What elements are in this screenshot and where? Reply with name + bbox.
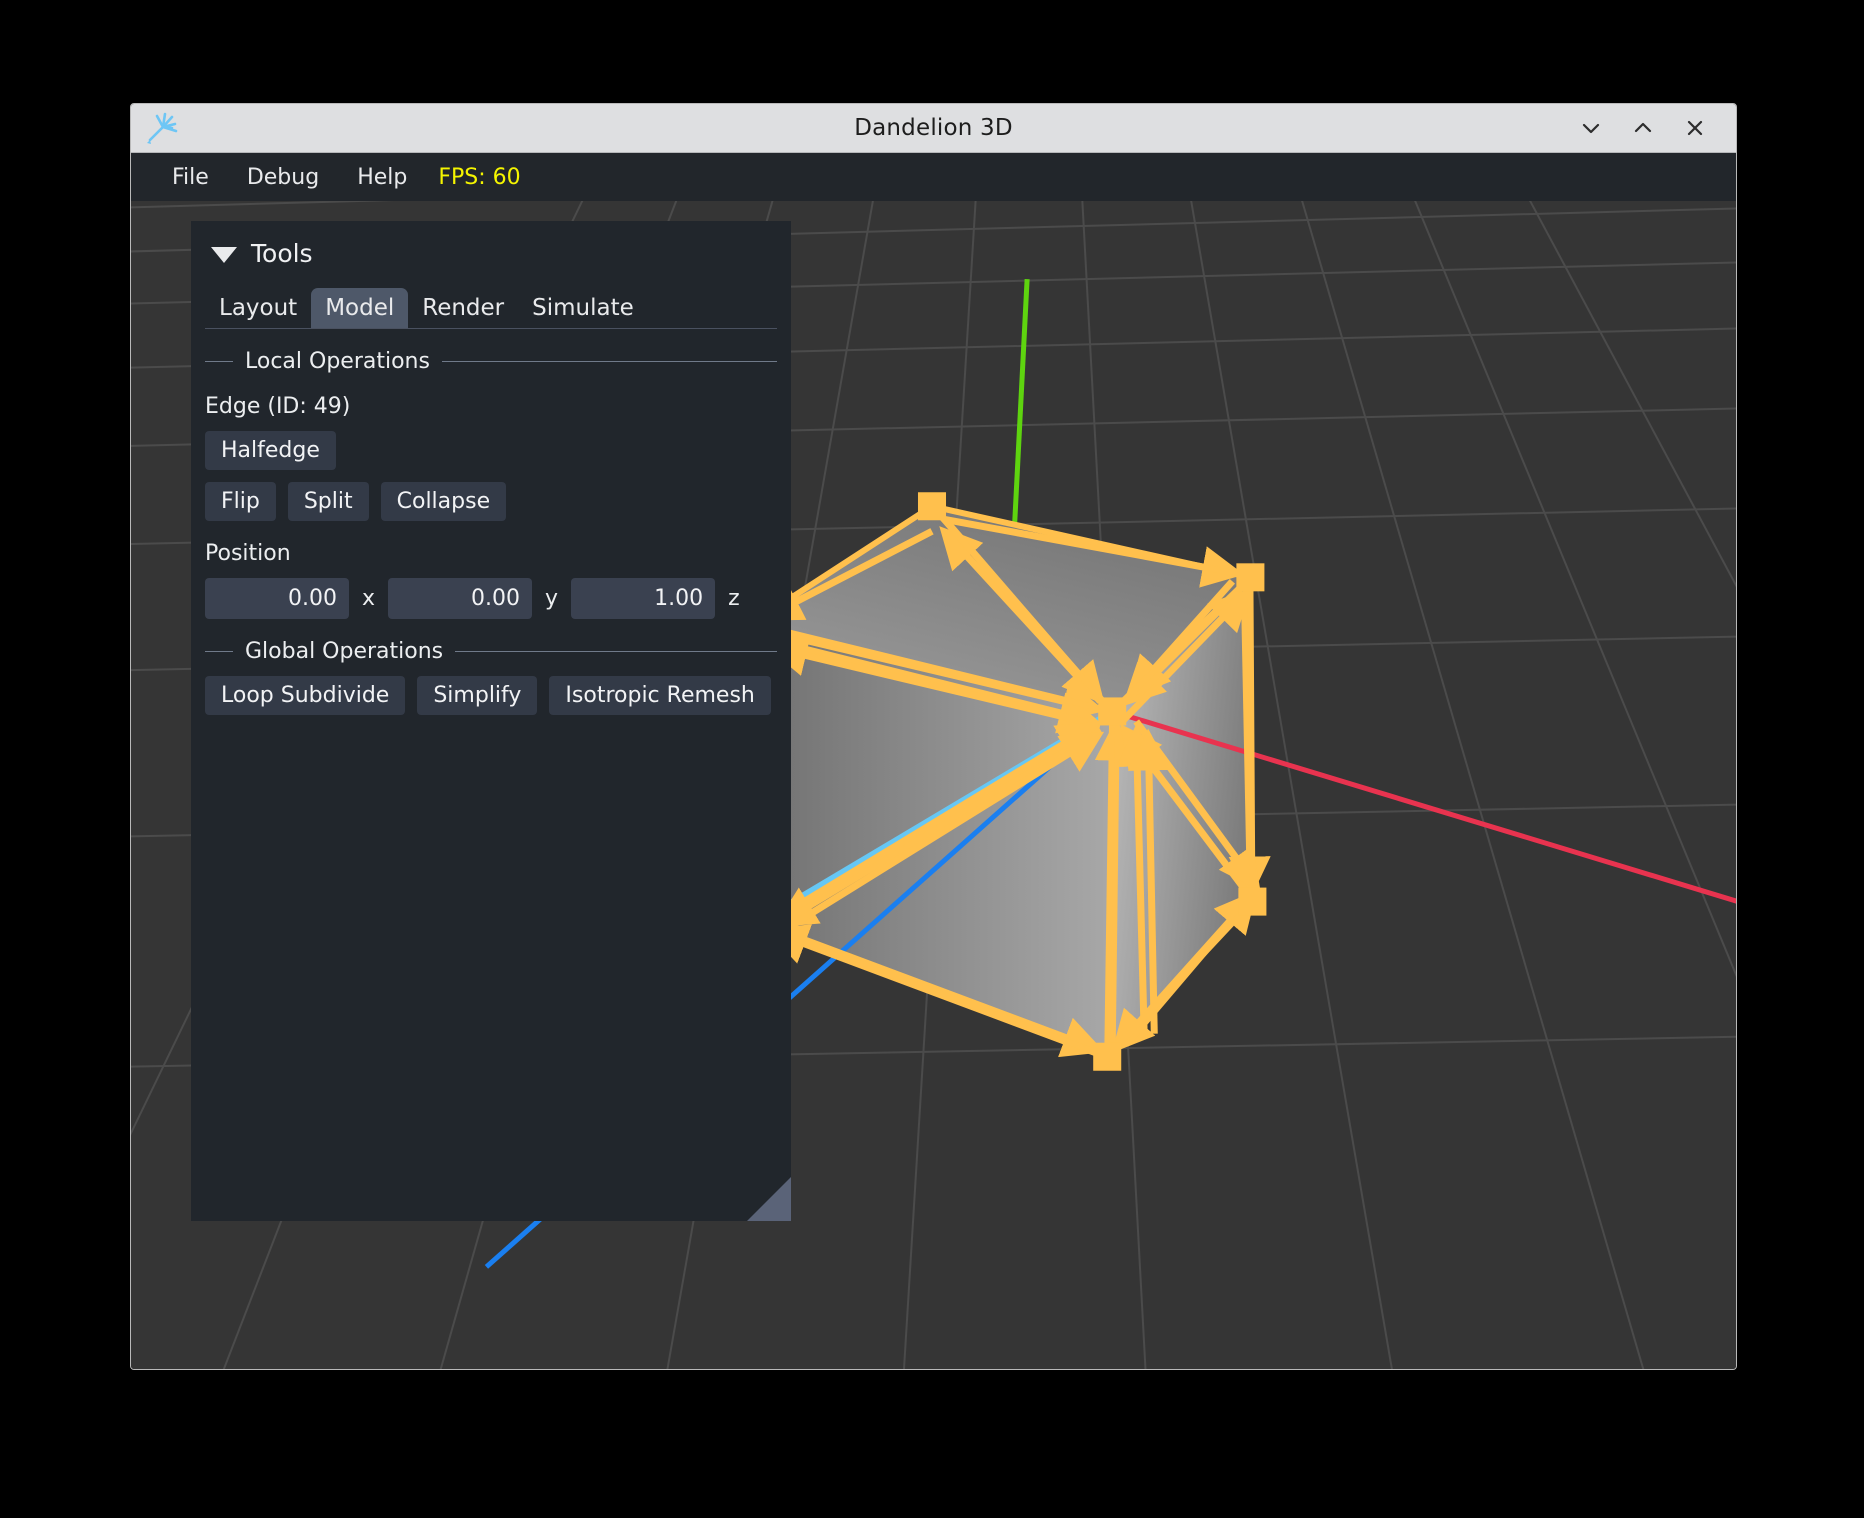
- split-button[interactable]: Split: [287, 482, 369, 521]
- tab-layout[interactable]: Layout: [205, 288, 311, 328]
- global-operations-header: Global Operations: [205, 639, 777, 664]
- halfedge-button[interactable]: Halfedge: [205, 431, 336, 470]
- edge-operations-row: Flip Split Collapse: [205, 482, 791, 521]
- close-button[interactable]: [1672, 108, 1718, 148]
- panel-spacer: [191, 715, 791, 1221]
- application-window: Dandelion 3D File Debug Help FPS: 60 Too…: [130, 103, 1737, 1370]
- position-row: 0.00 x 0.00 y 1.00 z: [205, 578, 791, 619]
- position-z-input[interactable]: 1.00: [571, 578, 716, 619]
- halfedge-button-row: Halfedge: [205, 431, 791, 470]
- fps-counter: FPS: 60: [438, 164, 521, 190]
- isotropic-remesh-button[interactable]: Isotropic Remesh: [549, 676, 771, 715]
- section-rule-right: [441, 361, 777, 362]
- position-x-input[interactable]: 0.00: [205, 578, 349, 619]
- tools-panel-title: Tools: [251, 239, 313, 268]
- screen-root: Dandelion 3D File Debug Help FPS: 60 Too…: [0, 0, 1864, 1518]
- minimize-button[interactable]: [1568, 108, 1614, 148]
- caret-down-icon[interactable]: [211, 247, 237, 263]
- dandelion-icon: [141, 107, 183, 149]
- position-y-input[interactable]: 0.00: [388, 578, 533, 619]
- chevron-down-icon: [1582, 123, 1600, 134]
- tab-render[interactable]: Render: [408, 288, 518, 328]
- local-operations-header: Local Operations: [205, 349, 777, 374]
- window-controls: [1568, 108, 1736, 148]
- section-rule-left: [205, 361, 233, 362]
- global-operations-label: Global Operations: [245, 639, 444, 664]
- viewport-3d[interactable]: Tools Layout Model Render Simulate Local…: [131, 201, 1736, 1369]
- menu-item-file[interactable]: File: [153, 161, 228, 194]
- section-rule-left-global: [205, 651, 233, 652]
- menu-item-debug[interactable]: Debug: [228, 161, 338, 194]
- menu-item-help[interactable]: Help: [338, 161, 426, 194]
- position-z-label: z: [728, 586, 740, 611]
- maximize-button[interactable]: [1620, 108, 1666, 148]
- tab-model[interactable]: Model: [311, 288, 409, 328]
- tab-bar: Layout Model Render Simulate: [191, 288, 791, 328]
- position-x-label: x: [362, 586, 376, 611]
- position-y-label: y: [545, 586, 559, 611]
- simplify-button[interactable]: Simplify: [417, 676, 538, 715]
- window-title: Dandelion 3D: [854, 115, 1013, 141]
- resize-grip-icon[interactable]: [747, 1177, 791, 1221]
- tab-bar-divider: [205, 328, 777, 329]
- close-icon: [1687, 120, 1703, 136]
- position-label: Position: [205, 541, 291, 566]
- collapse-button[interactable]: Collapse: [380, 482, 507, 521]
- local-operations-label: Local Operations: [245, 349, 430, 374]
- selection-label: Edge (ID: 49): [205, 394, 351, 419]
- tools-panel: Tools Layout Model Render Simulate Local…: [191, 221, 791, 1221]
- section-rule-right-global: [455, 651, 777, 652]
- title-bar: Dandelion 3D: [131, 104, 1736, 153]
- flip-button[interactable]: Flip: [205, 482, 276, 521]
- loop-subdivide-button[interactable]: Loop Subdivide: [205, 676, 406, 715]
- global-operations-row: Loop Subdivide Simplify Isotropic Remesh: [205, 676, 791, 715]
- menu-bar: File Debug Help FPS: 60: [131, 153, 1736, 201]
- chevron-up-icon: [1634, 122, 1652, 133]
- tools-panel-header[interactable]: Tools: [191, 221, 791, 282]
- tab-simulate[interactable]: Simulate: [518, 288, 648, 328]
